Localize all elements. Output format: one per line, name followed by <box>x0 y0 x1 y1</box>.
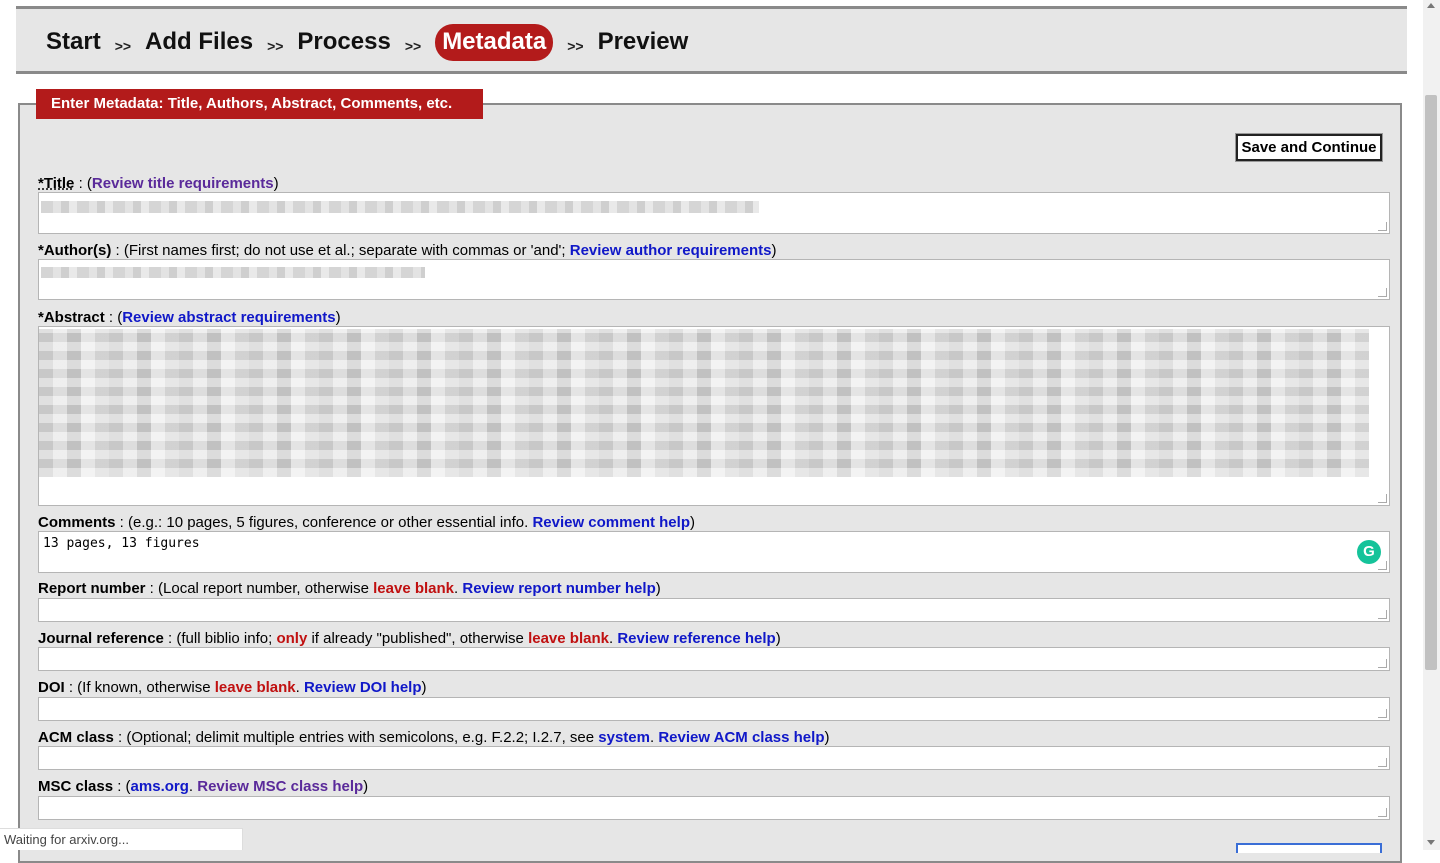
comments-label: Comments <box>38 514 116 531</box>
step-process[interactable]: Process <box>297 28 390 56</box>
scrollbar-thumb[interactable] <box>1425 95 1437 670</box>
authors-label-row: *Author(s) : (First names first; do not … <box>38 242 777 259</box>
resize-handle[interactable] <box>1378 222 1387 231</box>
step-start[interactable]: Start <box>46 28 101 56</box>
acm-class-input[interactable] <box>38 746 1390 770</box>
title-redacted-text <box>41 201 759 213</box>
resize-handle[interactable] <box>1378 709 1387 718</box>
authors-input[interactable] <box>38 259 1390 300</box>
resize-handle[interactable] <box>1378 561 1387 570</box>
step-separator: >> <box>567 38 584 54</box>
title-label: *Title <box>38 175 75 192</box>
doi-help-link[interactable]: Review DOI help <box>304 679 422 696</box>
scroll-down-arrow-icon[interactable] <box>1427 840 1435 845</box>
metadata-legend: Enter Metadata: Title, Authors, Abstract… <box>36 89 483 119</box>
step-separator: >> <box>267 38 284 54</box>
msc-class-help-link[interactable]: Review MSC class help <box>197 778 363 795</box>
acm-label-row: ACM class : (Optional; delimit multiple … <box>38 729 830 746</box>
browser-status-bar: Waiting for arxiv.org... <box>0 828 243 850</box>
bottom-save-button-partial[interactable] <box>1236 843 1382 853</box>
save-and-continue-button[interactable]: Save and Continue <box>1235 133 1383 162</box>
title-label-row: *Title : (Review title requirements) <box>38 175 279 192</box>
report-number-input[interactable] <box>38 598 1390 622</box>
abstract-textarea[interactable] <box>38 326 1390 506</box>
resize-handle[interactable] <box>1378 494 1387 503</box>
doi-label-row: DOI : (If known, otherwise leave blank. … <box>38 679 427 696</box>
abstract-label-row: *Abstract : (Review abstract requirement… <box>38 309 341 326</box>
abstract-label: *Abstract <box>38 309 105 326</box>
abstract-redacted-text <box>39 329 1369 477</box>
journal-label-row: Journal reference : (full biblio info; o… <box>38 630 781 647</box>
doi-label: DOI <box>38 679 65 696</box>
progress-steps-bar: Start >> Add Files >> Process >> Metadat… <box>16 6 1407 74</box>
acm-class-label: ACM class <box>38 729 114 746</box>
title-requirements-link[interactable]: Review title requirements <box>92 175 274 192</box>
breadcrumb: Start >> Add Files >> Process >> Metadat… <box>46 23 688 61</box>
step-metadata-current: Metadata <box>435 23 554 61</box>
ams-org-link[interactable]: ams.org <box>131 778 189 795</box>
acm-class-help-link[interactable]: Review ACM class help <box>658 729 824 746</box>
resize-handle[interactable] <box>1378 758 1387 767</box>
msc-label-row: MSC class : (ams.org. Review MSC class h… <box>38 778 369 795</box>
step-separator: >> <box>404 38 422 54</box>
authors-redacted-text <box>41 267 425 278</box>
step-separator: >> <box>114 38 132 54</box>
scroll-up-arrow-icon[interactable] <box>1427 3 1435 8</box>
report-label-row: Report number : (Local report number, ot… <box>38 580 661 597</box>
grammarly-icon[interactable]: G <box>1357 540 1381 564</box>
report-number-label: Report number <box>38 580 146 597</box>
resize-handle[interactable] <box>1378 288 1387 297</box>
title-input[interactable] <box>38 192 1390 234</box>
author-requirements-link[interactable]: Review author requirements <box>570 242 772 259</box>
step-preview[interactable]: Preview <box>598 28 689 56</box>
report-number-help-link[interactable]: Review report number help <box>462 580 655 597</box>
comments-label-row: Comments : (e.g.: 10 pages, 5 figures, c… <box>38 514 695 531</box>
msc-class-input[interactable] <box>38 796 1390 820</box>
resize-handle[interactable] <box>1378 808 1387 817</box>
journal-reference-input[interactable] <box>38 647 1390 671</box>
doi-input[interactable] <box>38 697 1390 721</box>
msc-class-label: MSC class <box>38 778 114 795</box>
reference-help-link[interactable]: Review reference help <box>617 630 775 647</box>
comments-value: 13 pages, 13 figures <box>43 536 200 551</box>
comment-help-link[interactable]: Review comment help <box>532 514 690 531</box>
abstract-requirements-link[interactable]: Review abstract requirements <box>122 309 335 326</box>
journal-reference-label: Journal reference <box>38 630 164 647</box>
authors-label: *Author(s) <box>38 242 112 259</box>
acm-system-link[interactable]: system <box>598 729 650 746</box>
resize-handle[interactable] <box>1378 659 1387 668</box>
resize-handle[interactable] <box>1378 610 1387 619</box>
step-add-files[interactable]: Add Files <box>145 28 253 56</box>
comments-input[interactable]: 13 pages, 13 figures <box>38 531 1390 573</box>
